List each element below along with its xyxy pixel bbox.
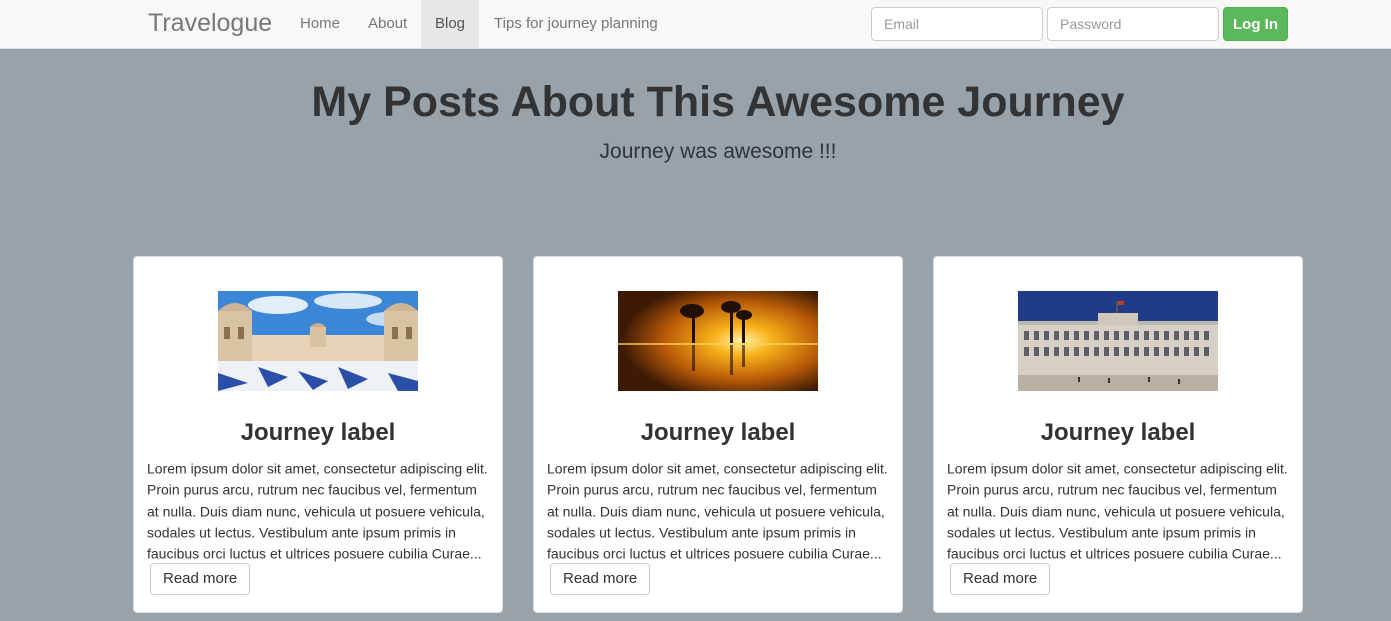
post-title: Journey label — [240, 419, 396, 446]
post-title: Journey label — [1040, 419, 1196, 446]
page-subtitle: Journey was awesome !!! — [599, 140, 837, 163]
post-excerpt-text: Lorem ipsum dolor sit amet, consectetur … — [147, 460, 488, 562]
nav-about[interactable]: About — [354, 0, 421, 48]
post-excerpt: Lorem ipsum dolor sit amet, consectetur … — [947, 457, 1292, 596]
post-card: Journey label Lorem ipsum dolor sit amet… — [133, 256, 503, 613]
nav-tips[interactable]: Tips for journey planning — [480, 0, 672, 48]
login-button[interactable]: Log In — [1223, 7, 1288, 41]
palace-courtyard-photo[interactable] — [218, 291, 418, 391]
post-excerpt: Lorem ipsum dolor sit amet, consectetur … — [547, 457, 892, 596]
post-card: Journey label Lorem ipsum dolor sit amet… — [933, 256, 1303, 613]
password-input[interactable] — [1047, 7, 1219, 41]
post-card: Journey label Lorem ipsum dolor sit amet… — [533, 256, 903, 613]
post-excerpt-text: Lorem ipsum dolor sit amet, consectetur … — [947, 460, 1288, 562]
sunset-lake-trees-photo[interactable] — [618, 291, 818, 391]
read-more-button[interactable]: Read more — [150, 563, 251, 596]
top-navbar: Travelogue Home About Blog Tips for jour… — [0, 0, 1391, 49]
page-title: My Posts About This Awesome Journey — [311, 78, 1125, 126]
royal-palace-photo[interactable] — [1018, 291, 1218, 391]
nav-blog[interactable]: Blog — [421, 0, 480, 48]
read-more-button[interactable]: Read more — [550, 563, 651, 596]
post-excerpt-text: Lorem ipsum dolor sit amet, consectetur … — [547, 460, 888, 562]
brand-logo[interactable]: Travelogue — [148, 9, 272, 38]
read-more-button[interactable]: Read more — [950, 563, 1051, 596]
post-excerpt: Lorem ipsum dolor sit amet, consectetur … — [147, 457, 492, 596]
email-input[interactable] — [871, 7, 1043, 41]
nav-home[interactable]: Home — [286, 0, 354, 48]
post-title: Journey label — [640, 419, 796, 446]
